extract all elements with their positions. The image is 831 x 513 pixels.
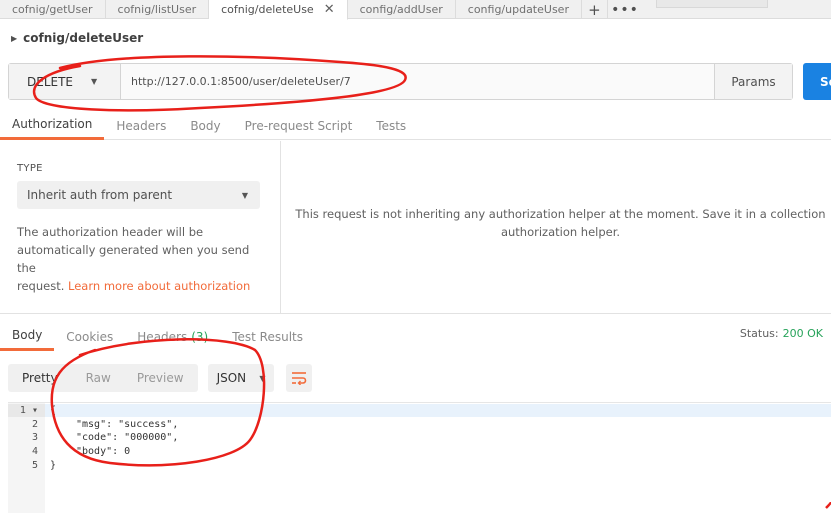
auth-message-line: This request is not inheriting any autho…	[295, 207, 826, 221]
auth-message-line: authorization helper.	[500, 225, 621, 239]
line-number: 3	[31, 432, 38, 443]
learn-more-link[interactable]: Learn more about authorization	[68, 279, 250, 293]
current-line-highlight	[45, 404, 831, 417]
request-tabs-bar: cofnig/getUser cofnig/listUser cofnig/de…	[0, 0, 831, 20]
auth-type-value: Inherit auth from parent	[27, 188, 173, 202]
tab-label: cofnig/getUser	[12, 3, 93, 16]
tab-label: config/addUser	[359, 3, 443, 16]
auth-desc-line: automatically generated when you send th…	[17, 243, 250, 275]
status-label: Status:	[739, 327, 779, 340]
tab-list-user[interactable]: cofnig/listUser	[106, 0, 210, 19]
auth-settings-panel: TYPE Inherit auth from parent ▼ The auth…	[0, 141, 281, 313]
request-name[interactable]: ▶ cofnig/deleteUser	[11, 31, 143, 45]
line-number: 2	[31, 419, 38, 430]
environment-selector[interactable]	[655, 0, 768, 8]
response-status: Status: 200 OK	[740, 327, 823, 340]
method-select[interactable]: DELETE ▼	[9, 64, 121, 99]
raw-button[interactable]: Raw	[71, 364, 125, 392]
tab-response-body[interactable]: Body	[0, 322, 55, 351]
auth-desc-line: request.	[17, 279, 65, 293]
tab-headers[interactable]: Headers	[104, 111, 178, 140]
method-label: DELETE	[27, 74, 74, 89]
more-tabs-icon[interactable]: •••	[608, 0, 642, 19]
wrap-lines-button[interactable]	[285, 364, 312, 392]
tab-label: Body	[12, 328, 43, 342]
tab-response-cookies[interactable]: Cookies	[54, 322, 125, 351]
tab-label: Test Results	[232, 329, 304, 344]
auth-message: This request is not inheriting any autho…	[290, 205, 831, 241]
tab-get-user[interactable]: cofnig/getUser	[0, 0, 106, 19]
chevron-down-icon: ▼	[241, 190, 248, 200]
pretty-button[interactable]: Pretty	[8, 364, 72, 392]
code-line: {	[50, 405, 57, 416]
response-body-editor[interactable]: 1 ▾ 2 3 4 5 { "msg": "success", "code": …	[8, 402, 831, 513]
tab-authorization[interactable]: Authorization	[0, 111, 105, 140]
tab-label: Headers	[137, 329, 188, 344]
request-subtabs: Authorization Headers Body Pre-request S…	[0, 111, 831, 140]
auth-desc-line: The authorization header will be	[17, 225, 204, 239]
preview-button[interactable]: Preview	[124, 364, 198, 392]
tab-spacer	[642, 0, 656, 18]
auth-description: The authorization header will be automat…	[17, 223, 267, 295]
tab-label: config/updateUser	[467, 3, 569, 16]
wrap-lines-icon	[291, 372, 306, 385]
code-line: }	[50, 460, 57, 471]
tab-label: cofnig/deleteUse	[221, 3, 314, 16]
tab-label: Cookies	[66, 329, 114, 344]
chevron-down-icon: ▼	[91, 77, 98, 86]
tab-delete-user[interactable]: cofnig/deleteUse ✕	[209, 0, 348, 20]
caret-right-icon[interactable]: ▶	[11, 34, 17, 43]
tab-response-test-results[interactable]: Test Results	[220, 322, 315, 351]
send-button[interactable]: Se	[803, 63, 831, 100]
code-line: "code": "000000",	[76, 432, 179, 443]
url-bar: DELETE ▼ http://127.0.0.1:8500/user/dele…	[8, 63, 793, 100]
tab-response-headers[interactable]: Headers (3)	[125, 322, 220, 351]
tab-label: cofnig/listUser	[117, 3, 197, 16]
params-button[interactable]: Params	[714, 64, 792, 99]
headers-count: (3)	[191, 329, 209, 344]
tab-pre-request-script[interactable]: Pre-request Script	[233, 111, 365, 140]
status-badge: 200 OK	[782, 327, 823, 340]
line-number: 4	[31, 446, 38, 457]
tab-add-user[interactable]: config/addUser	[348, 0, 456, 19]
new-tab-button[interactable]: +	[582, 0, 608, 19]
code-line: "msg": "success",	[76, 419, 179, 430]
auth-type-select[interactable]: Inherit auth from parent ▼	[17, 181, 260, 209]
tab-update-user[interactable]: config/updateUser	[456, 0, 582, 19]
tab-tests[interactable]: Tests	[364, 111, 418, 140]
chevron-down-icon: ▼	[259, 373, 266, 383]
auth-type-label: TYPE	[17, 163, 43, 174]
code-line: "body": 0	[76, 446, 131, 457]
format-select[interactable]: JSON ▼	[207, 364, 274, 392]
request-name-label: cofnig/deleteUser	[23, 31, 144, 45]
url-input[interactable]: http://127.0.0.1:8500/user/deleteUser/7	[121, 64, 714, 99]
tab-body[interactable]: Body	[178, 111, 232, 140]
line-number: 1 ▾	[8, 404, 45, 417]
close-icon[interactable]: ✕	[324, 2, 335, 17]
section-divider	[0, 313, 831, 314]
response-tabs: Body Cookies Headers (3) Test Results	[0, 322, 831, 351]
line-number: 5	[31, 460, 38, 471]
response-toolbar: Pretty Raw Preview JSON ▼	[8, 364, 312, 392]
format-value: JSON	[216, 371, 247, 385]
